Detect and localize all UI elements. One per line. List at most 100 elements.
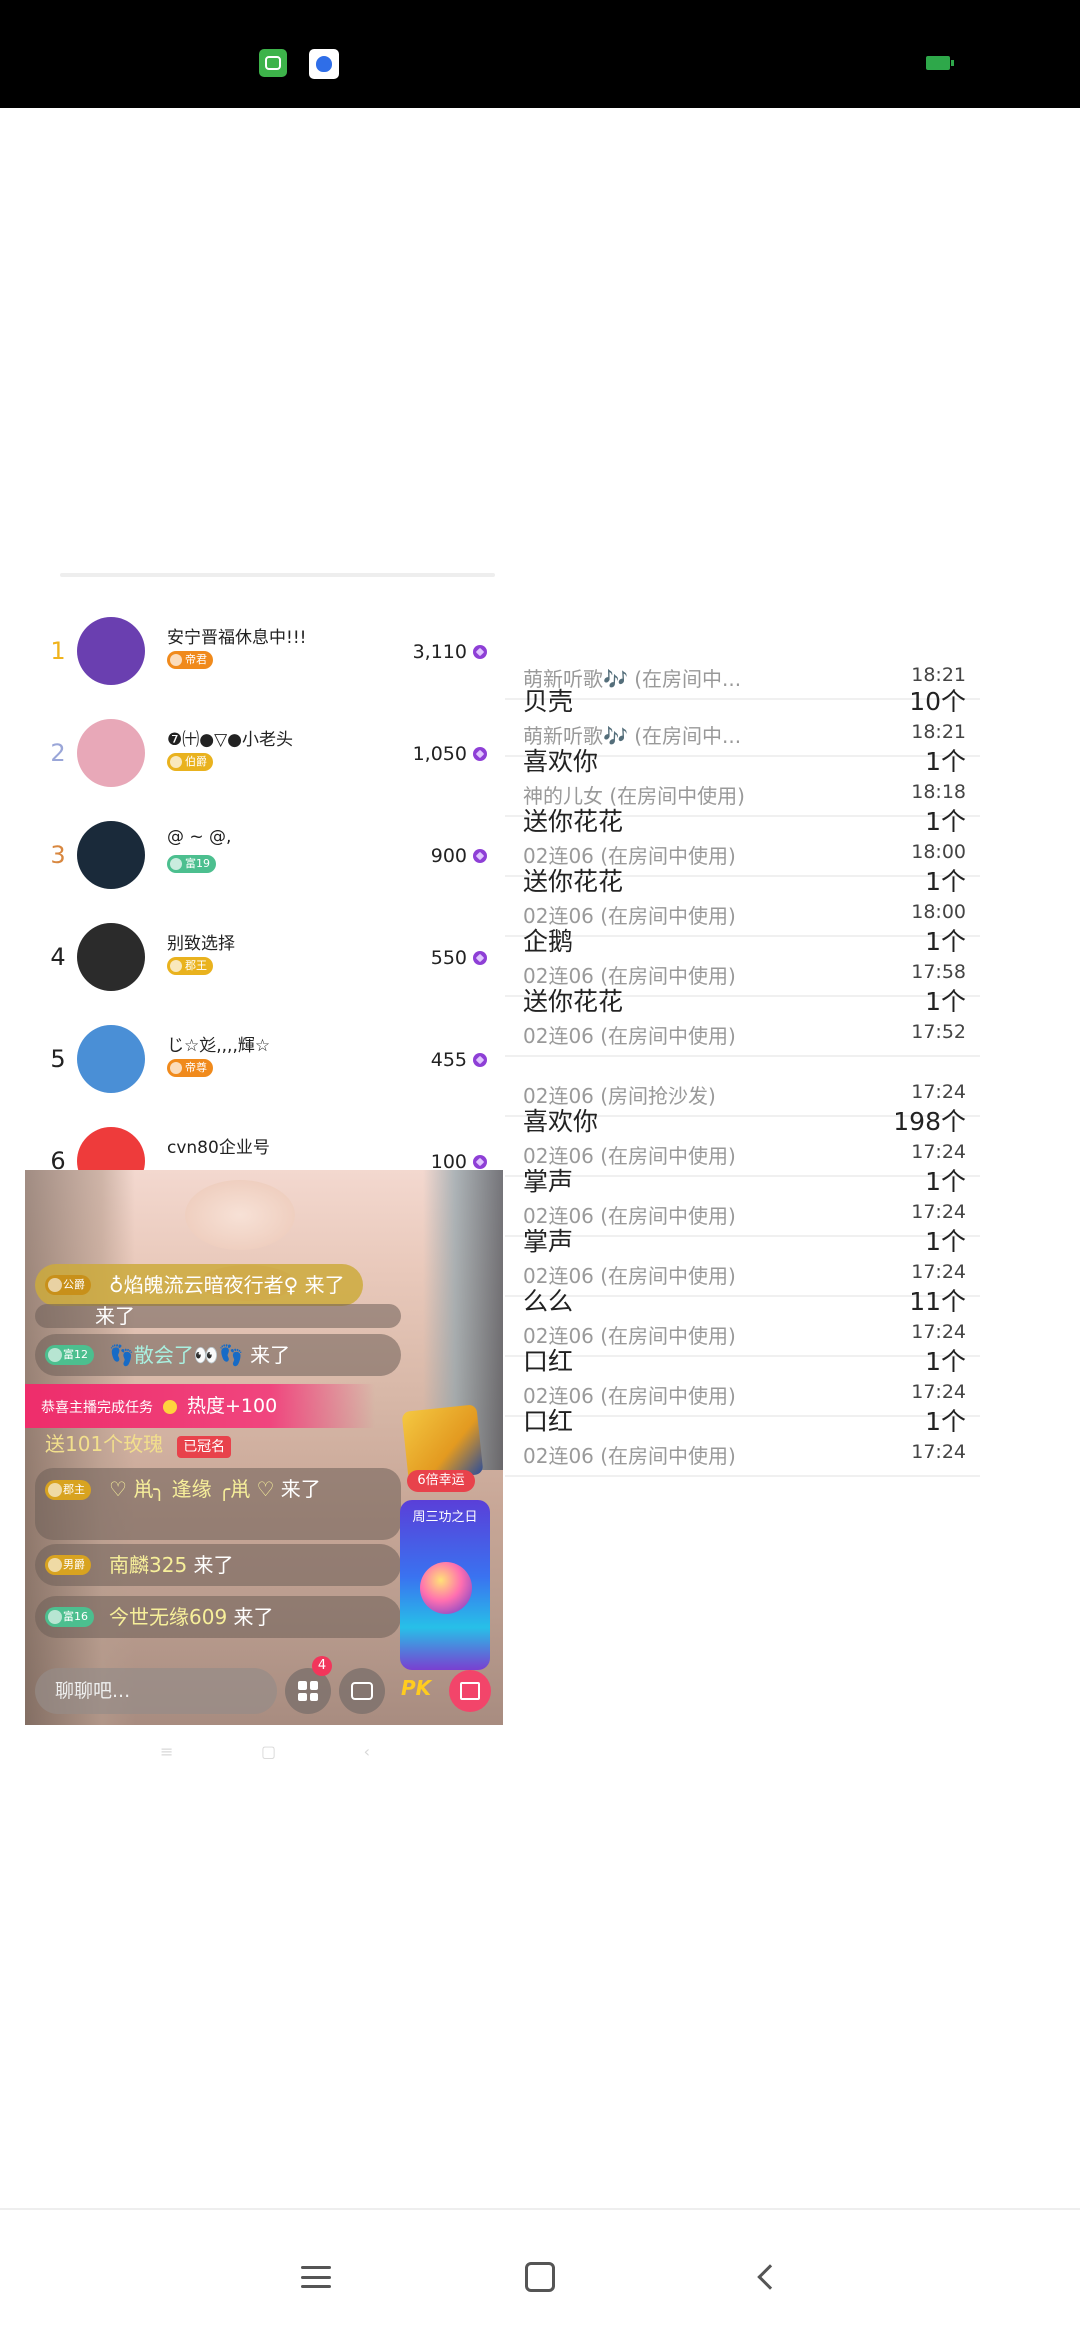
chat-message: 郡主 ♡ 鼡╮ 逢缘 ╭鼡 ♡ 来了 bbox=[35, 1468, 401, 1540]
message-icon bbox=[351, 1682, 373, 1700]
chat-action: 来了 bbox=[280, 1477, 321, 1501]
rank-value: 3,110 bbox=[412, 641, 467, 663]
battery-icon bbox=[926, 56, 954, 70]
nav-home-button[interactable] bbox=[510, 2247, 570, 2307]
level-badge: 帝尊 bbox=[167, 1059, 213, 1077]
message-button[interactable] bbox=[339, 1668, 385, 1714]
gift-count: 1个 bbox=[925, 1407, 966, 1436]
chat-message: 富12 👣散会了👀👣 来了 bbox=[35, 1334, 401, 1376]
lucky-gift-label[interactable]: 6倍幸运 bbox=[407, 1470, 475, 1492]
gift-name: 喜欢你 bbox=[523, 1107, 599, 1136]
gift-name: 送你花花 bbox=[523, 807, 624, 836]
gift-name: 送你花花 bbox=[523, 987, 624, 1016]
rank-username: 别致选择 bbox=[167, 934, 235, 954]
gift-name: 口红 bbox=[523, 1407, 574, 1436]
gift-count: 1个 bbox=[925, 1167, 966, 1196]
live-room-panel[interactable]: 公爵 ♁焰魄流云暗夜行者♀ 来了 来了 富12 👣散会了👀👣 来了 恭喜主播完成… bbox=[25, 1170, 503, 1725]
rose-gift-text: 送101个玫瑰 bbox=[45, 1432, 164, 1456]
nav-divider bbox=[0, 2208, 1080, 2210]
notification-badge: 4 bbox=[312, 1656, 332, 1676]
ranking-row[interactable]: 3 @ ~ @, 富19 900 bbox=[25, 805, 495, 907]
gift-count: 1个 bbox=[925, 807, 966, 836]
ranking-panel: 1 安宁晋福休息中!!! 帝君 3,110 2 ❼㈩●▽●小老头 伯爵 1,050 3 @ ~ @… bbox=[25, 565, 495, 1175]
nav-back-button[interactable] bbox=[736, 2247, 796, 2307]
crown-badge: 已冠名 bbox=[177, 1436, 232, 1458]
chat-username[interactable]: ♡ 鼡╮ 逢缘 ╭鼡 ♡ bbox=[109, 1477, 274, 1501]
level-badge: 伯爵 bbox=[167, 753, 213, 771]
rank-value: 900 bbox=[430, 845, 467, 867]
ranking-row[interactable]: 1 安宁晋福休息中!!! 帝君 3,110 bbox=[25, 601, 495, 703]
level-badge: 郡主 bbox=[45, 1480, 91, 1500]
rank-value: 455 bbox=[430, 1049, 467, 1071]
task-complete-banner: 恭喜主播完成任务 热度+100 bbox=[25, 1384, 375, 1428]
gem-icon bbox=[473, 747, 487, 761]
promo-orb-icon bbox=[420, 1562, 472, 1614]
gift-row[interactable]: 口红 1个 02连06 (在房间中使用) 17:24 bbox=[505, 1388, 980, 1477]
gift-count: 1个 bbox=[925, 867, 966, 896]
gift-count: 1个 bbox=[925, 987, 966, 1016]
rank-username: @ ~ @, bbox=[167, 827, 232, 847]
chat-action: 来了 bbox=[304, 1273, 345, 1297]
gift-history-list: 萌新听歌🎶 (在房间中... 18:21 贝壳 10个 萌新听歌🎶 (在房间中... 18… bbox=[505, 565, 980, 1745]
level-badge: 富12 bbox=[45, 1345, 94, 1365]
pk-button[interactable]: PK bbox=[401, 1676, 431, 1700]
avatar[interactable] bbox=[77, 1127, 145, 1175]
level-badge: 帝君 bbox=[167, 651, 213, 669]
home-icon bbox=[525, 2262, 555, 2292]
gem-icon bbox=[473, 1053, 487, 1067]
gift-name: 口红 bbox=[523, 1347, 574, 1376]
gift-count: 1个 bbox=[925, 927, 966, 956]
task-heat: 热度+100 bbox=[187, 1395, 278, 1417]
rank-value: 1,050 bbox=[412, 743, 467, 765]
ranking-row[interactable]: 2 ❼㈩●▽●小老头 伯爵 1,050 bbox=[25, 703, 495, 805]
chat-action: 来了 bbox=[193, 1553, 234, 1577]
gem-icon bbox=[473, 951, 487, 965]
chat-username[interactable]: 👣散会了👀👣 bbox=[109, 1343, 244, 1367]
level-badge: 富19 bbox=[167, 855, 216, 873]
avatar[interactable] bbox=[77, 719, 145, 787]
gift-count: 10个 bbox=[909, 687, 966, 716]
ranking-row[interactable]: 6 cvn80企业号 100 bbox=[25, 1111, 495, 1175]
chat-username[interactable]: 今世无缘609 bbox=[109, 1605, 227, 1629]
promo-title: 周三功之日 bbox=[412, 1510, 478, 1525]
menu-icon bbox=[301, 2266, 331, 2288]
gift-icon bbox=[460, 1682, 480, 1700]
rank-number: 3 bbox=[50, 841, 66, 869]
back-icon bbox=[757, 2264, 783, 2290]
level-badge: 男爵 bbox=[45, 1555, 91, 1575]
gift-count: 198个 bbox=[893, 1107, 966, 1136]
nav-menu-button[interactable] bbox=[286, 2247, 346, 2307]
gem-icon bbox=[473, 849, 487, 863]
chat-username[interactable]: ♁焰魄流云暗夜行者♀ bbox=[109, 1273, 298, 1297]
gift-name: 企鹅 bbox=[523, 927, 574, 956]
faint-nav-bar: ≡ ▢ ‹ bbox=[160, 1742, 370, 1761]
gift-time: 17:24 bbox=[911, 1441, 966, 1463]
ranking-row[interactable]: 5 じ☆彣,,,,輝☆ 帝尊 455 bbox=[25, 1009, 495, 1111]
level-badge: 郡王 bbox=[167, 957, 213, 975]
chat-input[interactable]: 聊聊吧... bbox=[35, 1668, 277, 1714]
gem-icon bbox=[473, 645, 487, 659]
ranking-divider bbox=[60, 573, 495, 577]
avatar[interactable] bbox=[77, 1025, 145, 1093]
gift-button[interactable] bbox=[449, 1670, 491, 1712]
chat-username[interactable]: 南麟325 bbox=[109, 1553, 187, 1577]
gift-count: 11个 bbox=[909, 1287, 966, 1316]
chat-action: 来了 bbox=[233, 1605, 274, 1629]
promo-card[interactable]: 周三功之日 bbox=[400, 1500, 490, 1670]
gift-name: 掌声 bbox=[523, 1227, 574, 1256]
ranking-row[interactable]: 4 别致选择 郡王 550 bbox=[25, 907, 495, 1009]
gift-name: 么么 bbox=[523, 1287, 574, 1316]
rank-number: 5 bbox=[50, 1045, 66, 1073]
avatar[interactable] bbox=[77, 821, 145, 889]
avatar[interactable] bbox=[77, 617, 145, 685]
rank-username: 安宁晋福休息中!!! bbox=[167, 628, 307, 648]
gem-icon bbox=[473, 1155, 487, 1169]
gift-count: 1个 bbox=[925, 1347, 966, 1376]
level-badge: 富16 bbox=[45, 1607, 94, 1627]
avatar[interactable] bbox=[77, 923, 145, 991]
rank-username: cvn80企业号 bbox=[167, 1138, 270, 1158]
chat-action: 来了 bbox=[95, 1304, 135, 1328]
flame-icon bbox=[163, 1400, 177, 1414]
rank-number: 1 bbox=[50, 637, 66, 665]
rank-username: じ☆彣,,,,輝☆ bbox=[167, 1036, 271, 1056]
